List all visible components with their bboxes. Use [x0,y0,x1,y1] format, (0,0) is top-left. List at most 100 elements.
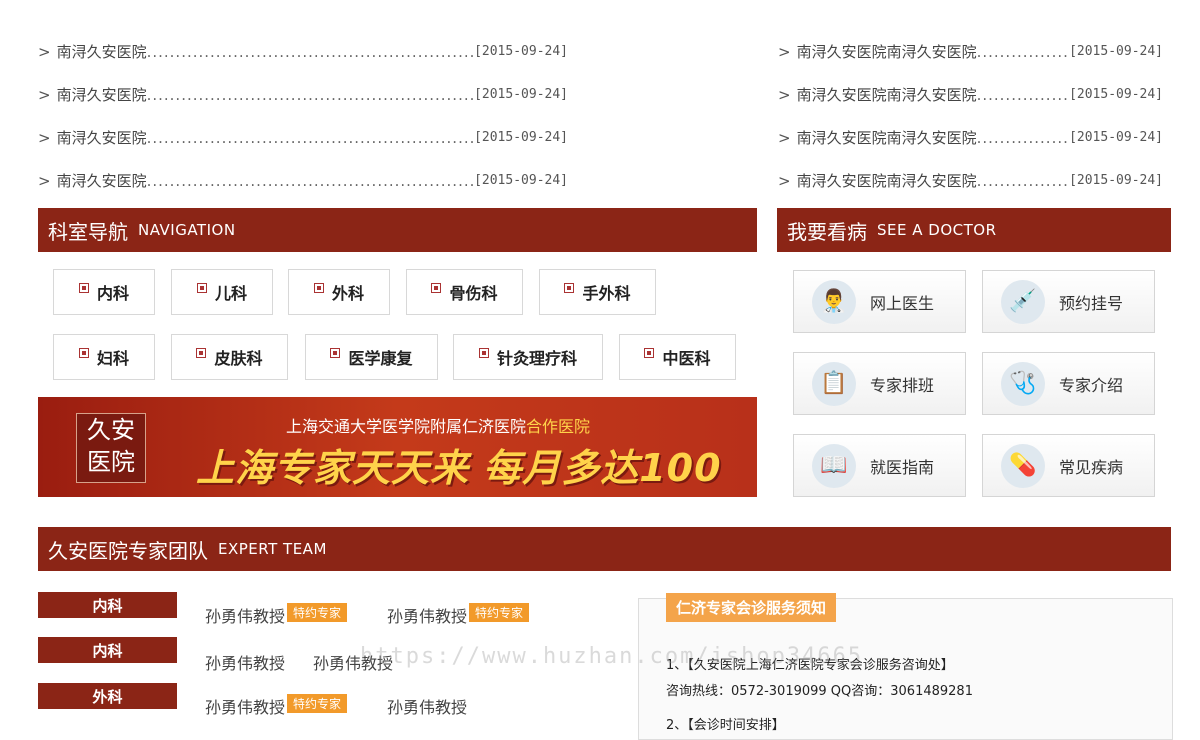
expert-entry[interactable]: 孙勇伟教授 特约专家 [205,603,348,627]
news-date: [2015-09-24] [474,173,568,188]
dept-button-rehabilitation[interactable]: 医学康复 [305,334,438,380]
logo-line: 医院 [87,448,135,476]
banner-subtitle: 上海交通大学医学院附属仁济医院合作医院 [286,413,590,437]
news-title[interactable]: 南浔久安医院 [57,127,147,148]
online-doctor-button[interactable]: 👨‍⚕️ 网上医生 [793,270,966,333]
news-title[interactable]: 南浔久安医院南浔久安医院 [797,84,977,105]
arrow-icon: > [778,171,791,190]
dot-leader: ........................................… [976,171,1070,190]
expert-category-tag[interactable]: 外科 [38,683,177,709]
news-title[interactable]: 南浔久安医院 [57,84,147,105]
common-diseases-button[interactable]: 💊 常见疾病 [982,434,1155,497]
news-item[interactable]: > 南浔久安医院南浔久安医院...........................… [778,73,1163,116]
news-title[interactable]: 南浔久安医院南浔久安医院 [797,127,977,148]
promo-banner[interactable]: 久安 医院 上海交通大学医学院附属仁济医院合作医院 上海专家天天来 每月多达10… [38,397,757,497]
dept-label: 儿科 [214,284,247,303]
expert-name[interactable]: 孙勇伟教授 [387,698,467,717]
dot-leader: ........................................… [976,85,1070,104]
news-title[interactable]: 南浔久安医院南浔久安医院 [797,170,977,191]
button-label: 预约挂号 [1059,293,1124,313]
news-item[interactable]: > 南浔久安医院.................................… [38,159,568,202]
dept-button-acupuncture[interactable]: 针灸理疗科 [453,334,603,380]
banner-subtitle-prefix: 上海交通大学医学院附属仁济医院 [286,417,527,436]
notice-line: 2、【会诊时间安排】 [666,718,785,733]
dept-button-hand-surgery[interactable]: 手外科 [539,269,656,315]
expert-category-tag[interactable]: 内科 [38,592,177,618]
bullet-icon [196,348,207,358]
bullet-icon [330,348,341,358]
arrow-icon: > [38,42,51,61]
news-item[interactable]: > 南浔久安医院.................................… [38,30,568,73]
banner-headline: 上海专家天天来 每月多达100人 [196,446,722,490]
dept-button-pediatrics[interactable]: 儿科 [171,269,273,315]
dept-label: 妇科 [96,349,129,368]
news-date: [2015-09-24] [474,44,568,59]
news-item[interactable]: > 南浔久安医院南浔久安医院...........................… [778,116,1163,159]
news-date: [2015-09-24] [1069,130,1163,145]
bullet-icon [78,283,89,293]
see-doctor-header: 我要看病 SEE A DOCTOR [777,208,1171,252]
watermark: https://www.huzhan.com/ishop34665 [360,644,864,669]
expert-name[interactable]: 孙勇伟教授 [205,654,285,673]
dept-button-dermatology[interactable]: 皮肤科 [171,334,288,380]
bullet-icon [78,348,89,358]
dept-button-surgery[interactable]: 外科 [288,269,390,315]
expert-name[interactable]: 孙勇伟教授 [205,607,285,626]
dept-button-tcm[interactable]: 中医科 [619,334,736,380]
banner-subtitle-highlight: 合作医院 [526,417,591,436]
guide-book-icon: 📖 [812,443,856,488]
consultation-notice-title: 仁济专家会诊服务须知 [666,593,837,622]
arrow-icon: > [38,171,51,190]
dept-button-internal[interactable]: 内科 [53,269,155,315]
arrow-icon: > [778,42,791,61]
bullet-icon [644,348,655,358]
news-item[interactable]: > 南浔久安医院南浔久安医院...........................… [778,159,1163,202]
logo-line: 久安 [87,416,135,444]
news-item[interactable]: > 南浔久安医院.................................… [38,116,568,159]
bullet-icon [313,283,324,293]
news-date: [2015-09-24] [474,130,568,145]
navigation-header: 科室导航 NAVIGATION [38,208,757,252]
expert-intro-button[interactable]: 🩺 专家介绍 [982,352,1155,415]
dept-label: 医学康复 [348,349,413,368]
special-expert-badge: 特约专家 [287,603,348,622]
news-list-left: > 南浔久安医院.................................… [38,30,568,202]
expert-entry[interactable]: 孙勇伟教授 [205,650,285,674]
arrow-icon: > [778,85,791,104]
dot-leader: ........................................… [146,42,474,61]
appointment-button[interactable]: 💉 预约挂号 [982,270,1155,333]
expert-entry[interactable]: 孙勇伟教授 [387,694,467,718]
medicine-icon: 💊 [1001,443,1045,488]
hospital-logo: 久安 医院 [76,413,146,483]
expert-entry[interactable]: 孙勇伟教授 特约专家 [387,603,530,627]
dept-button-orthopedics[interactable]: 骨伤科 [406,269,523,315]
news-title[interactable]: 南浔久安医院南浔久安医院 [797,41,977,62]
expert-name[interactable]: 孙勇伟教授 [387,607,467,626]
dept-label: 骨伤科 [449,284,498,303]
notice-line: 咨询热线：0572-3019099 QQ咨询：3061489281 [666,684,973,699]
dept-label: 内科 [96,284,129,303]
expert-entry[interactable]: 孙勇伟教授 特约专家 [205,694,348,718]
expert-schedule-button[interactable]: 📋 专家排班 [793,352,966,415]
news-item[interactable]: > 南浔久安医院.................................… [38,73,568,116]
see-doctor-title: 我要看病 [787,219,867,244]
navigation-title: 科室导航 [48,219,128,244]
dept-label: 手外科 [582,284,631,303]
bullet-icon [196,283,207,293]
news-title[interactable]: 南浔久安医院 [57,170,147,191]
dot-leader: ........................................… [146,171,474,190]
medical-guide-button[interactable]: 📖 就医指南 [793,434,966,497]
button-label: 常见疾病 [1059,457,1124,477]
news-list-right: > 南浔久安医院南浔久安医院...........................… [778,30,1163,202]
see-doctor-subtitle: SEE A DOCTOR [877,221,997,239]
bullet-icon [478,348,489,358]
expert-category-tag[interactable]: 内科 [38,637,177,663]
expert-team-title: 久安医院专家团队 [48,538,208,563]
news-title[interactable]: 南浔久安医院 [57,41,147,62]
expert-name[interactable]: 孙勇伟教授 [205,698,285,717]
special-expert-badge: 特约专家 [287,694,348,713]
button-label: 网上医生 [870,293,935,313]
dept-button-gynecology[interactable]: 妇科 [53,334,155,380]
news-item[interactable]: > 南浔久安医院南浔久安医院...........................… [778,30,1163,73]
arrow-icon: > [38,128,51,147]
